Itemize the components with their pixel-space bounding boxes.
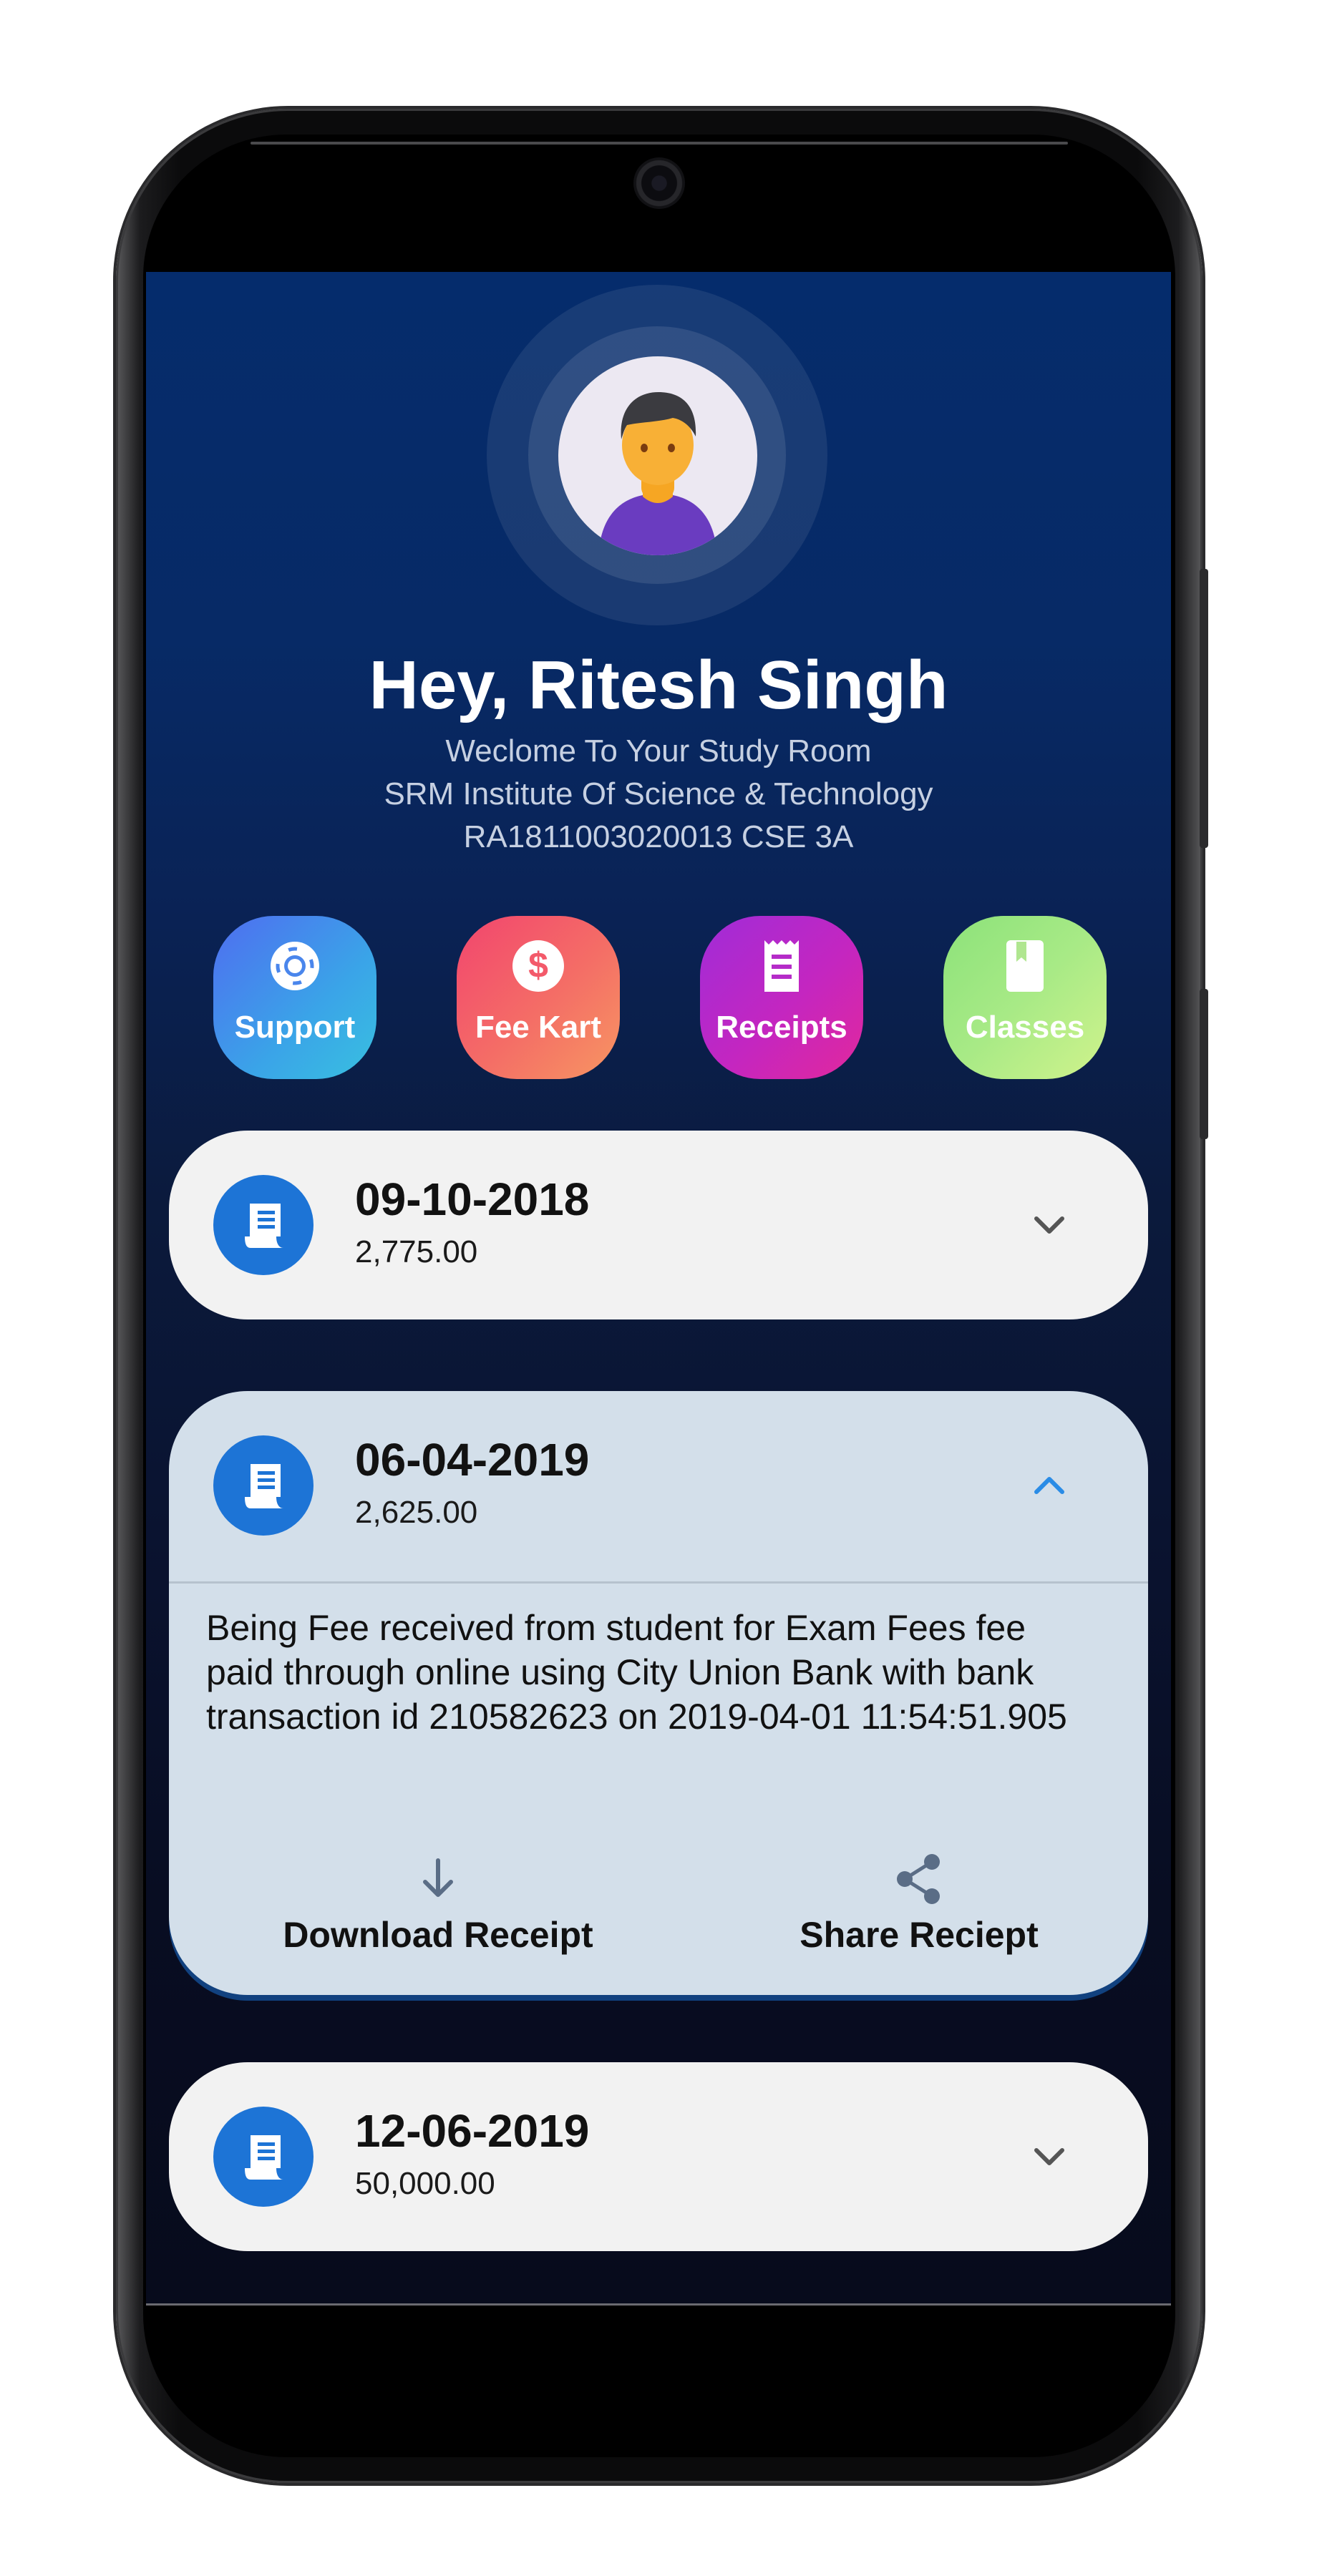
download-icon: [423, 1858, 453, 1897]
receipt-amount: 2,775.00: [355, 1234, 478, 1269]
book-icon: [1006, 940, 1044, 992]
speaker-grille: [251, 142, 1068, 145]
download-receipt-label: Download Receipt: [283, 1915, 593, 1955]
receipts-button[interactable]: Receipts: [700, 916, 863, 1079]
volume-button: [1200, 569, 1208, 848]
screen-bottom-divider: [146, 2303, 1171, 2306]
receipt-icon: [213, 1175, 314, 1275]
receipt-amount: 50,000.00: [355, 2166, 495, 2201]
receipt-card-expanded[interactable]: 06-04-2019 2,625.00 Being Fee received f…: [169, 1391, 1148, 1995]
download-receipt-button[interactable]: Download Receipt: [238, 1849, 638, 1956]
classes-button[interactable]: Classes: [943, 916, 1107, 1079]
svg-text:$: $: [528, 945, 548, 985]
greeting-title: Hey, Ritesh Singh: [369, 647, 948, 723]
receipt-amount: 2,625.00: [355, 1495, 478, 1530]
receipt-icon: [213, 2107, 314, 2207]
share-receipt-label: Share Reciept: [800, 1915, 1039, 1955]
fee-kart-label: Fee Kart: [475, 1010, 602, 1045]
receipt-icon: [764, 940, 799, 992]
chevron-down-icon[interactable]: [1022, 2129, 1077, 2184]
avatar[interactable]: [558, 356, 757, 555]
institute-name: SRM Institute Of Science & Technology: [384, 776, 933, 811]
front-camera-icon: [633, 157, 685, 209]
dollar-icon: $: [512, 940, 564, 992]
registration-info: RA1811003020013 CSE 3A: [463, 819, 854, 854]
receipt-date: 09-10-2018: [355, 1174, 590, 1225]
receipt-date: 12-06-2019: [355, 2105, 590, 2157]
user-avatar-icon: [598, 392, 717, 555]
chevron-down-icon[interactable]: [1022, 1198, 1077, 1252]
share-icon: [897, 1854, 940, 1904]
receipt-icon: [213, 1435, 314, 1536]
welcome-text: Weclome To Your Study Room: [445, 733, 872, 769]
chevron-up-icon[interactable]: [1022, 1458, 1077, 1513]
card-divider: [169, 1581, 1148, 1584]
fee-kart-button[interactable]: $ Fee Kart: [457, 916, 620, 1079]
receipt-date: 06-04-2019: [355, 1434, 590, 1485]
power-button: [1200, 989, 1208, 1139]
support-button[interactable]: Support: [213, 916, 376, 1079]
share-receipt-button[interactable]: Share Reciept: [719, 1849, 1119, 1956]
support-label: Support: [234, 1010, 356, 1045]
lifebuoy-icon: [271, 942, 319, 990]
receipt-card[interactable]: 09-10-2018 2,775.00: [169, 1131, 1148, 1319]
receipt-description: Being Fee received from student for Exam…: [206, 1608, 1067, 1737]
app-screen: Hey, Ritesh Singh Weclome To Your Study …: [146, 272, 1171, 2306]
receipts-label: Receipts: [716, 1010, 847, 1045]
classes-label: Classes: [965, 1010, 1085, 1045]
receipt-card[interactable]: 12-06-2019 50,000.00: [169, 2062, 1148, 2251]
